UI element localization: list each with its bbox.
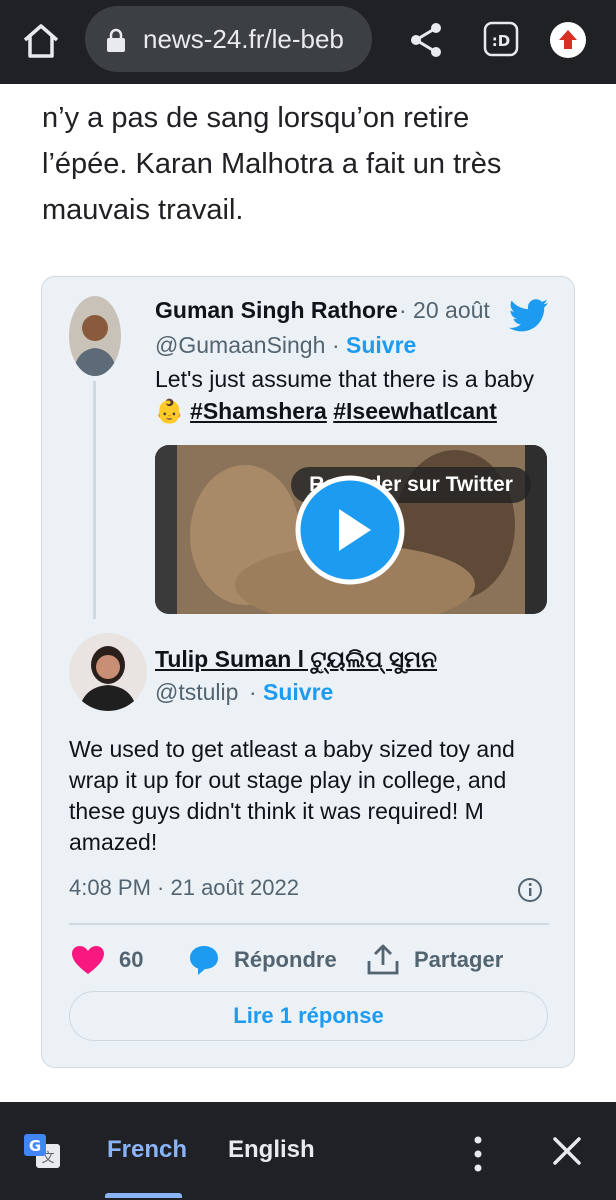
extension-icon[interactable]: :D — [482, 20, 520, 58]
google-translate-icon[interactable]: 文G — [24, 1134, 60, 1170]
url-text[interactable]: news-24.fr/le-beb — [143, 24, 363, 55]
avatar[interactable] — [69, 296, 121, 376]
more-options-icon[interactable] — [466, 1134, 490, 1174]
quoted-tweet-date[interactable]: · 20 août — [399, 297, 490, 324]
like-button[interactable]: 60 — [71, 942, 143, 978]
svg-text:G: G — [29, 1137, 41, 1155]
like-count: 60 — [119, 947, 144, 972]
video-thumbnail[interactable]: Regarder sur Twitter — [155, 445, 547, 614]
baby-emoji-icon: 👶 — [155, 398, 184, 424]
quoted-author-name[interactable]: Guman Singh Rathore — [155, 297, 398, 324]
reply-label: Répondre — [234, 947, 337, 972]
author-handle[interactable]: @tstulip — [155, 679, 238, 706]
tab-french[interactable]: French — [107, 1136, 187, 1164]
article-line: mauvais travail. — [42, 194, 244, 226]
share-arrow-icon — [367, 944, 399, 975]
play-icon[interactable] — [295, 475, 405, 585]
svg-text::D: :D — [492, 32, 510, 50]
active-tab-indicator — [105, 1193, 182, 1198]
lock-icon — [105, 28, 127, 52]
article-line: n’y a pas de sang lorsqu’on retire — [42, 102, 470, 134]
author-name[interactable]: Tulip Suman l ଟ୍ୟୁଲିପ୍ ସୁମନ — [155, 646, 437, 673]
upload-icon[interactable] — [548, 20, 588, 60]
hashtag-link[interactable]: #Iseewhatlcant — [333, 398, 497, 424]
reply-bubble-icon — [190, 946, 218, 975]
article-line: l’épée. Karan Malhotra a fait un très — [42, 148, 502, 180]
home-icon[interactable] — [20, 20, 62, 62]
hashtag-link[interactable]: #Shamshera — [190, 398, 327, 424]
separator-dot: · — [249, 679, 257, 705]
tweet-timestamp[interactable]: 4:08 PM · 21 août 2022 — [69, 875, 299, 901]
article-paragraph: n’y a pas de sang lorsqu’on retire l’épé… — [42, 95, 582, 233]
browser-toolbar: news-24.fr/le-beb :D — [0, 0, 616, 84]
quoted-author-handle[interactable]: @GumaanSingh — [155, 332, 325, 359]
follow-link[interactable]: Suivre — [346, 332, 416, 359]
share-label: Partager — [414, 947, 504, 972]
embedded-tweet-card: Guman Singh Rathore · 20 août @GumaanSin… — [41, 276, 575, 1068]
share-icon[interactable] — [408, 20, 444, 60]
info-icon[interactable] — [517, 877, 543, 903]
quoted-tweet-text: Let's just assume that there is a baby — [155, 366, 534, 392]
avatar[interactable] — [69, 633, 147, 711]
tweet-text: We used to get atleast a baby sized toy … — [69, 736, 515, 855]
follow-link[interactable]: Suivre — [263, 679, 333, 706]
read-replies-button[interactable]: Lire 1 réponse — [69, 991, 548, 1041]
address-bar[interactable]: news-24.fr/le-beb — [85, 6, 372, 72]
share-tweet-button[interactable]: Partager — [366, 942, 503, 978]
thread-line — [93, 381, 96, 619]
quoted-tweet-hashtags: 👶 #Shamshera #Iseewhatlcant — [155, 398, 497, 425]
twitter-bird-icon[interactable] — [509, 299, 549, 333]
separator-dot: · — [332, 332, 340, 358]
reply-button[interactable]: Répondre — [188, 942, 337, 978]
translate-bar: 文G French English — [0, 1102, 616, 1200]
tab-english[interactable]: English — [228, 1136, 315, 1164]
close-icon[interactable] — [552, 1136, 582, 1166]
heart-icon — [72, 946, 104, 974]
divider — [69, 923, 549, 925]
